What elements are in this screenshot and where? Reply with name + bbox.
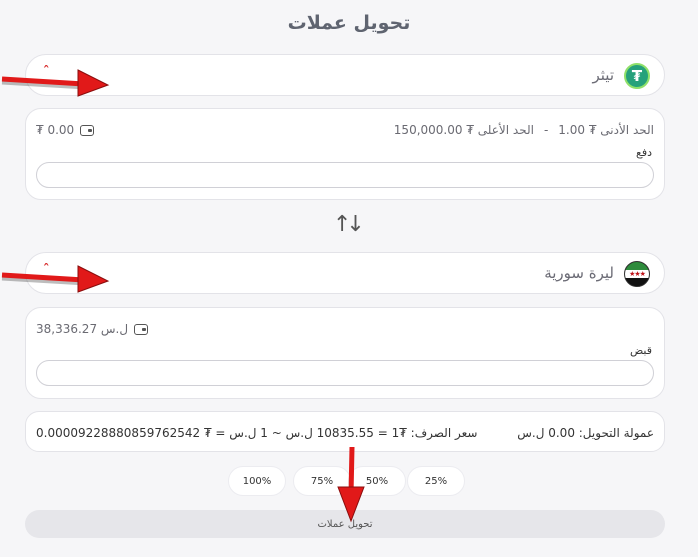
min-limit: الحد الأدنى ₮ 1.00 — [558, 123, 654, 137]
annotation-arrow-icon — [337, 446, 365, 523]
tether-logo-icon: ₮ — [624, 63, 650, 89]
wallet-icon — [80, 124, 95, 136]
swap-arrows-icon[interactable]: ↑↓ — [333, 212, 365, 237]
page-title: تحويل عملات — [287, 12, 411, 34]
syria-flag-icon: ★★★ — [624, 261, 650, 287]
from-balance-value: ₮ 0.00 — [36, 123, 75, 137]
from-currency-name: تيثر — [592, 66, 614, 84]
to-balance-value: 38,336.27 ل.س — [36, 322, 129, 336]
max-limit: الحد الأعلى ₮ 150,000.00 — [393, 123, 534, 137]
percent-25-button[interactable]: 25% — [407, 466, 465, 496]
to-currency-selector[interactable]: ★★★ ليرة سورية ˆ — [25, 252, 665, 294]
from-currency-selector[interactable]: ₮ تيثر ˆ — [25, 54, 665, 96]
to-currency-name: ليرة سورية — [544, 264, 614, 282]
to-balance: 38,336.27 ل.س — [36, 322, 149, 336]
from-amount-card: ₮ 0.00 الحد الأدنى ₮ 1.00 - الحد الأعلى … — [25, 108, 665, 200]
to-amount-card: 38,336.27 ل.س قبض — [25, 307, 665, 399]
annotation-arrow-icon — [1, 69, 110, 97]
percent-100-button[interactable]: 100% — [228, 466, 286, 496]
commission-text: عمولة التحويل: 0.00 ل.س — [517, 426, 654, 440]
receive-label: قبض — [629, 344, 652, 357]
pay-label: دفع — [635, 146, 652, 159]
receive-input[interactable] — [36, 360, 654, 386]
from-limits: الحد الأدنى ₮ 1.00 - الحد الأعلى ₮ 150,0… — [394, 123, 654, 137]
wallet-icon — [134, 323, 149, 335]
pay-input[interactable] — [36, 162, 654, 188]
from-balance: ₮ 0.00 — [36, 123, 95, 137]
exchange-rate-text: سعر الصرف: ₮1 = 10835.55 ل.س ~ 1 ل.س = ₮… — [36, 426, 478, 440]
limit-separator: - — [543, 123, 549, 137]
annotation-arrow-icon — [1, 265, 110, 293]
